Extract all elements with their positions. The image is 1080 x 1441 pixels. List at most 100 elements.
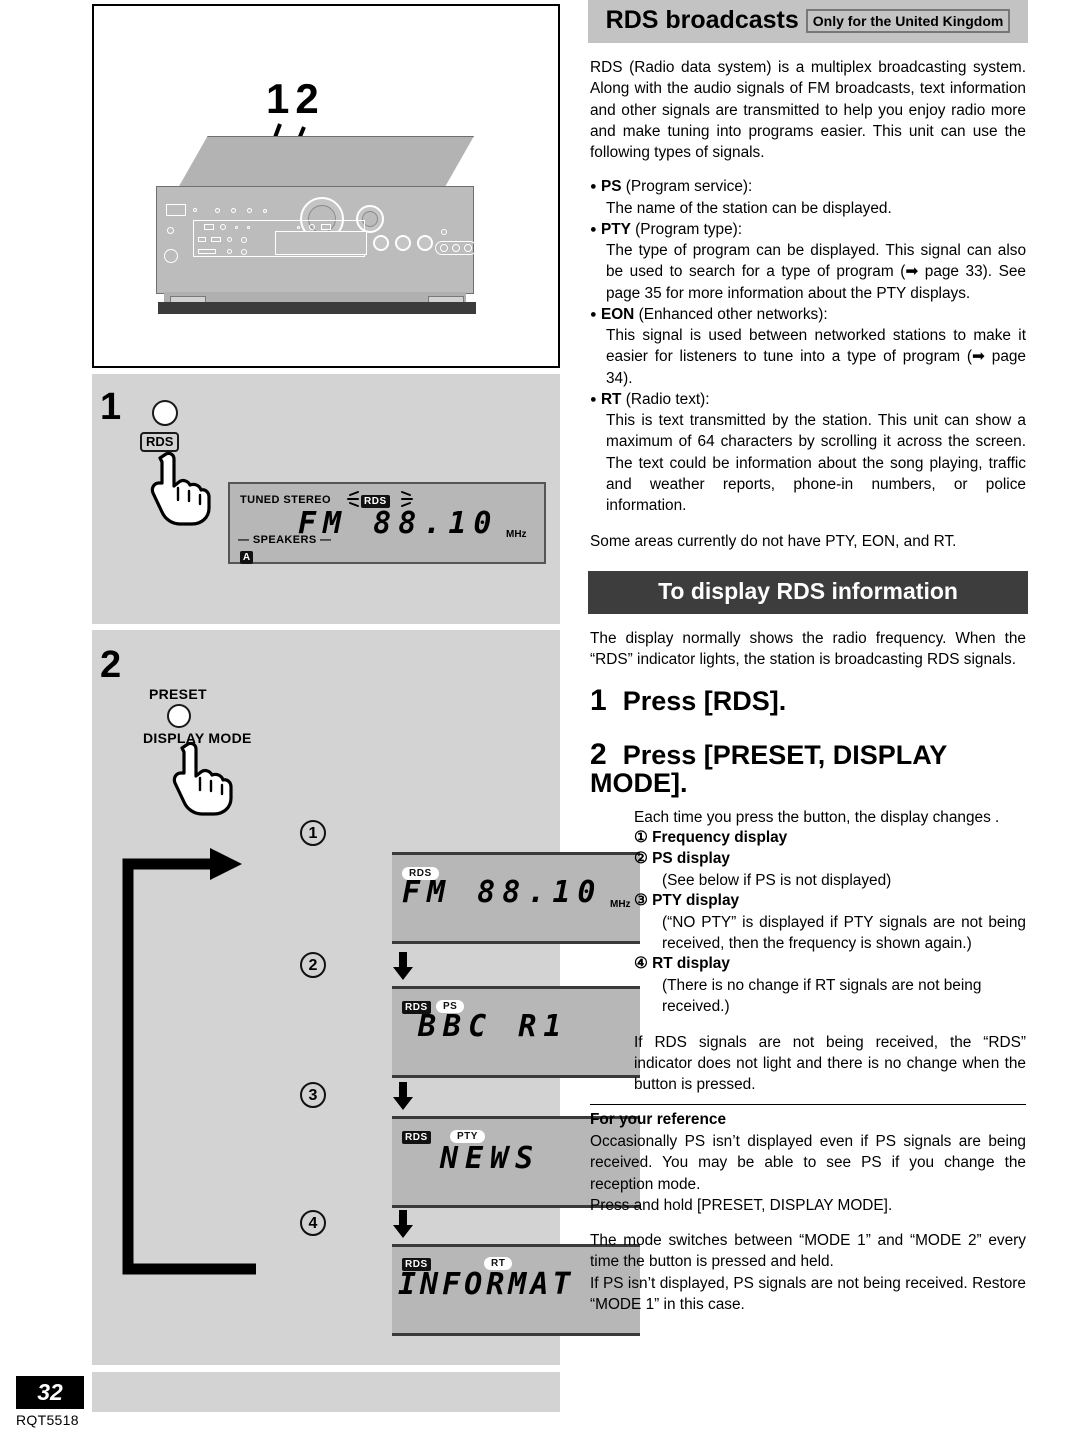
step2-lead: Each time you press the button, the disp… [634, 809, 1000, 826]
receiver-front-face [156, 186, 477, 294]
button-icon [440, 244, 448, 252]
step-text: Press [RDS]. [622, 686, 787, 716]
step2-note: If RDS signals are not being received, t… [634, 1033, 1026, 1094]
step-number-2: 2 [100, 644, 122, 686]
power-switch-icon [166, 204, 186, 216]
step-1-panel: 1 RDS TUNED STEREO RDS FM 88.10 MHz — SP… [92, 374, 560, 624]
front-button-icon [198, 237, 206, 242]
panel-button-icon [247, 226, 250, 229]
bullet-desc: The name of the station can be displayed… [606, 199, 892, 217]
display-order-item-4: ④ RT display [634, 954, 1026, 975]
speaker-a-indicator: A [240, 547, 253, 565]
speakers-label: — SPEAKERS — [238, 534, 332, 546]
indicator-icon [441, 229, 447, 235]
button-icon [263, 209, 267, 213]
bullet-paren: (Program service): [625, 178, 753, 196]
rds-button-on-unit [227, 237, 232, 242]
step-text: Press [PRESET, DISPLAY MODE]. [590, 740, 947, 798]
panel-button-icon [235, 226, 238, 229]
footer-gray-band [92, 1372, 560, 1412]
reference-paragraph: Press and hold [PRESET, DISPLAY MODE]. [590, 1196, 893, 1214]
rds-button-circle[interactable] [152, 400, 178, 426]
list-item: ● EON (Enhanced other networks): [590, 305, 828, 323]
button-icon [464, 244, 472, 252]
section-header-rds-broadcasts: RDS broadcasts Only for the United Kingdo… [588, 0, 1028, 43]
sequence-marker-2: 2 [300, 952, 326, 978]
front-button-icon [198, 249, 216, 254]
bullet-desc: The type of program can be displayed. Th… [606, 242, 1026, 302]
document-code: RQT5518 [16, 1412, 79, 1428]
bullet-term: RT [600, 390, 622, 408]
bullet-term: PTY [600, 220, 631, 238]
intro-paragraph: RDS (Radio data system) is a multiplex b… [590, 59, 1026, 161]
page-number: 32 [37, 1379, 63, 1405]
some-areas-note: Some areas currently do not have PTY, EO… [590, 533, 957, 551]
label: RT display [652, 955, 730, 973]
label: PTY display [652, 892, 740, 910]
bullet-paren: (Enhanced other networks): [638, 305, 828, 323]
list-item: ● PTY (Program type): [590, 220, 743, 238]
reference-paragraph: The mode switches between “MODE 1” and “… [590, 1232, 1026, 1271]
display-order-item-1: ① Frequency display [634, 828, 1026, 849]
down-arrow-icon [393, 1210, 413, 1238]
bullet-term: EON [600, 305, 635, 323]
step1-lcd-unit: MHz [506, 529, 527, 540]
bullet-term: PS [600, 178, 622, 196]
button-icon [247, 208, 252, 213]
down-arrow-icon [393, 1082, 413, 1110]
bullet-paren: (Radio text): [625, 390, 710, 408]
marker: ④ [634, 955, 648, 973]
receiver-top-surface [178, 136, 474, 188]
display-order-item-3: ③ PTY display [634, 891, 1026, 912]
panel-button-icon [309, 224, 315, 230]
display-order-item-2-sub: (See below if PS is not displayed) [662, 871, 892, 889]
display-order-item-4-sub: (There is no change if RT signals are no… [662, 977, 982, 1016]
rds-indicator: RDS [402, 1127, 431, 1145]
receiver-drawing [156, 136, 496, 326]
pointing-hand-icon [150, 452, 211, 526]
preset-label: PRESET [149, 686, 207, 702]
front-button-icon [241, 249, 247, 255]
bullet-desc: This is text transmitted by the station.… [606, 412, 1026, 514]
sequence-panel-1-text: FM 88.10 [402, 875, 603, 910]
led-indicator-icon [193, 208, 197, 212]
receiver-display-window [275, 231, 367, 255]
instruction-step-1: 1 Press [RDS]. [590, 686, 1026, 716]
region-chip: Only for the United Kingdom [805, 8, 1011, 33]
reference-paragraph: If PS isn’t displayed, PS signals are no… [590, 1274, 1026, 1313]
jack-icon [167, 227, 174, 234]
reference-paragraph: Occasionally PS isn’t displayed even if … [590, 1133, 1026, 1193]
tone-knob-icon [395, 235, 411, 251]
marker: ① [634, 829, 648, 847]
left-column: 12 1 RDS TUNED STEREO RDS FM 88.10 MHz —… [92, 0, 640, 1365]
down-arrow-icon [393, 952, 413, 980]
panel-button-icon [321, 224, 331, 230]
marker: ③ [634, 892, 648, 910]
page-title: RDS broadcasts [605, 6, 799, 34]
section-header-to-display-rds-information: To display RDS information [588, 570, 1028, 614]
label: PS display [652, 850, 730, 868]
tone-knob-icon [417, 235, 433, 251]
step-number: 1 [590, 684, 607, 717]
step-number: 2 [590, 738, 607, 771]
sequence-loop-arrow [122, 848, 256, 1275]
receiver-shadow [158, 302, 476, 314]
pointing-hand-icon [172, 742, 233, 816]
display-order-item-2: ② PS display [634, 849, 1026, 870]
display-order-item-3-sub: (“NO PTY” is displayed if PTY signals ar… [662, 913, 1026, 953]
step-number-1: 1 [100, 386, 122, 428]
sequence-panel-4-text: INFORMAT [398, 1267, 575, 1302]
sequence-panel-3-text: NEWS [440, 1141, 541, 1176]
receiver-illustration-box: 12 [92, 4, 560, 368]
section-intro: The display normally shows the radio fre… [590, 629, 1026, 668]
divider [590, 1104, 1026, 1106]
bullet-paren: (Program type): [635, 220, 743, 238]
signal-types-list: ● PS (Program service): The name of the … [590, 176, 1026, 516]
step1-lcd-display: TUNED STEREO RDS FM 88.10 MHz — SPEAKERS… [228, 482, 546, 564]
label: Frequency display [652, 829, 788, 847]
preset-display-mode-button-circle[interactable] [167, 704, 191, 728]
sequence-marker-3: 3 [300, 1082, 326, 1108]
tone-knob-icon [373, 235, 389, 251]
list-item: ● PS (Program service): [590, 178, 753, 196]
sequence-panel-2-text: BBC R1 [418, 1009, 569, 1044]
